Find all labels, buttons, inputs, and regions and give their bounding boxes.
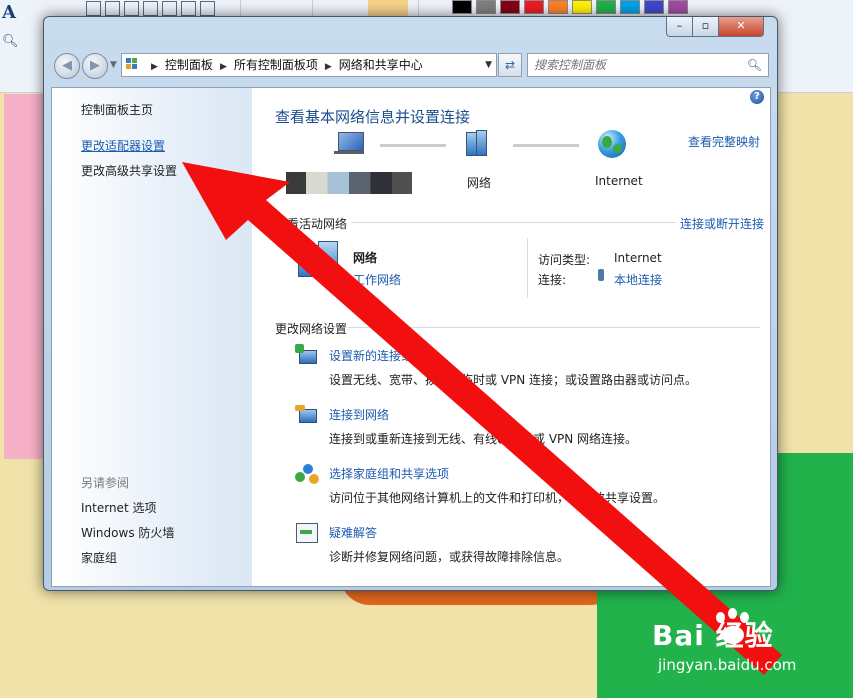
watermark-logo: Bai 经验 [652,619,774,652]
palette-swatch[interactable] [620,0,640,14]
sidebar: 控制面板主页 更改适配器设置 更改高级共享设置 另请参阅 Internet 选项… [52,88,252,586]
connection-label: 连接: [538,273,567,287]
full-map-link[interactable]: 查看完整映射 [688,133,760,150]
breadcrumb-arrow-icon[interactable]: ▶ [151,62,158,72]
setup-new-connection-link[interactable]: 设置新的连接或网络 [329,347,437,364]
minimize-button[interactable]: – [666,17,693,37]
search-box: 🔍︎ [527,53,769,77]
network-type-link[interactable]: 工作网络 [353,271,401,288]
main-pane: ? 查看基本网络信息并设置连接 查看完整映射 网络 Internet 查看活动网… [252,88,770,586]
active-network-name: 网络 [353,251,378,265]
close-button[interactable]: ✕ [718,17,764,37]
breadcrumb: ▶ 控制面板 ▶ 所有控制面板项 ▶ 网络和共享中心 [144,57,423,73]
text-tool-icon[interactable]: A [2,2,16,23]
troubleshoot-desc: 诊断并修复网络问题，或获得故障排除信息。 [329,550,570,564]
refresh-button[interactable]: ⇄ [498,53,522,77]
navigation-bar: ◀ ▶ ▼ ▶ 控制面板 ▶ 所有控制面板项 ▶ 网络和共享中心 ▼ ⇄ 🔍︎ [44,45,777,83]
connect-to-network-desc: 连接到或重新连接到无线、有线、拨号或 VPN 网络连接。 [329,432,638,446]
connection-line [380,144,446,147]
network-icon[interactable] [466,130,487,156]
search-input[interactable] [534,54,734,76]
sidebar-item-internet-options[interactable]: Internet 选项 [81,499,156,516]
network-sharing-window: – ▫ ✕ ◀ ▶ ▼ ▶ 控制面板 ▶ 所有控制面板项 ▶ 网络和共享中心 ▼ ⇄ 🔍︎… [43,16,778,591]
breadcrumb-item[interactable]: 网络和共享中心 [339,58,423,72]
breadcrumb-arrow-icon[interactable]: ▶ [325,62,332,72]
homegroup-icon[interactable] [295,462,319,486]
palette-swatch[interactable] [668,0,688,14]
sidebar-item-homegroup[interactable]: 家庭组 [81,549,117,566]
baidu-watermark: Bai 经验 jingyan.baidu.com [640,598,850,678]
vertical-divider [527,238,528,298]
palette-swatch[interactable] [548,0,568,14]
search-icon[interactable]: 🔍︎ [747,58,762,72]
palette-swatch[interactable] [476,0,496,14]
watermark-url: jingyan.baidu.com [658,656,797,674]
breadcrumb-arrow-icon[interactable]: ▶ [220,62,227,72]
shape-icon[interactable] [143,1,158,16]
computer-icon [334,132,364,154]
content-area: 控制面板主页 更改适配器设置 更改高级共享设置 另请参阅 Internet 选项… [51,87,771,587]
shape-icon[interactable] [162,1,177,16]
shape-icon[interactable] [124,1,139,16]
connection-line [513,144,579,147]
computer-name-redacted [286,172,412,194]
address-dropdown-icon[interactable]: ▼ [485,57,492,73]
access-type-label: 访问类型: [538,253,591,267]
page-title: 查看基本网络信息并设置连接 [275,108,471,126]
see-also-heading: 另请参阅 [81,476,130,490]
troubleshoot-link[interactable]: 疑难解答 [329,524,377,541]
setup-new-connection-desc: 设置无线、宽带、拨号、临时或 VPN 连接；或设置路由器或访问点。 [329,373,698,387]
shape-icon[interactable] [105,1,120,16]
palette-swatch[interactable] [572,0,592,14]
connect-to-network-icon[interactable] [295,403,319,427]
active-networks-heading: 查看活动网络 [275,215,352,232]
troubleshoot-icon[interactable] [295,521,319,545]
homegroup-sharing-link[interactable]: 选择家庭组和共享选项 [329,465,449,482]
control-panel-icon [126,58,138,70]
shape-icon[interactable] [200,1,215,16]
change-settings-heading: 更改网络设置 [275,322,348,336]
new-connection-icon[interactable] [295,344,319,368]
sidebar-item-windows-firewall[interactable]: Windows 防火墙 [81,524,174,541]
ethernet-plug-icon [598,269,604,281]
local-connection-link[interactable]: 本地连接 [614,271,662,288]
work-network-icon[interactable] [294,241,340,281]
palette-swatch[interactable] [500,0,520,14]
color-palette[interactable] [452,0,692,17]
palette-swatch[interactable] [452,0,472,14]
sidebar-item-adapter-settings[interactable]: 更改适配器设置 [81,137,165,154]
palette-swatch[interactable] [524,0,544,14]
address-bar[interactable]: ▶ 控制面板 ▶ 所有控制面板项 ▶ 网络和共享中心 ▼ [121,53,497,77]
maximize-button[interactable]: ▫ [692,17,719,37]
sidebar-item-advanced-sharing[interactable]: 更改高级共享设置 [81,162,177,179]
section-divider [348,327,760,328]
palette-swatch[interactable] [644,0,664,14]
shape-icon[interactable] [86,1,101,16]
map-internet-label: Internet [595,174,643,188]
sidebar-item-home[interactable]: 控制面板主页 [81,101,153,118]
connect-disconnect-link[interactable]: 连接或断开连接 [676,215,765,232]
homegroup-sharing-desc: 访问位于其他网络计算机上的文件和打印机，或更改共享设置。 [329,491,666,505]
breadcrumb-item[interactable]: 控制面板 [165,58,213,72]
shape-icon[interactable] [181,1,196,16]
back-button[interactable]: ◀ [54,53,80,79]
history-dropdown-icon[interactable]: ▼ [110,60,117,70]
help-icon[interactable]: ? [750,90,764,104]
palette-swatch[interactable] [596,0,616,14]
forward-button[interactable]: ▶ [82,53,108,79]
access-type-value: Internet [614,251,662,265]
magnifier-icon[interactable]: 🔍︎ [2,34,19,50]
connect-to-network-link[interactable]: 连接到网络 [329,406,389,423]
map-network-label: 网络 [467,176,492,190]
internet-globe-icon[interactable] [598,130,626,158]
breadcrumb-item[interactable]: 所有控制面板项 [234,58,318,72]
